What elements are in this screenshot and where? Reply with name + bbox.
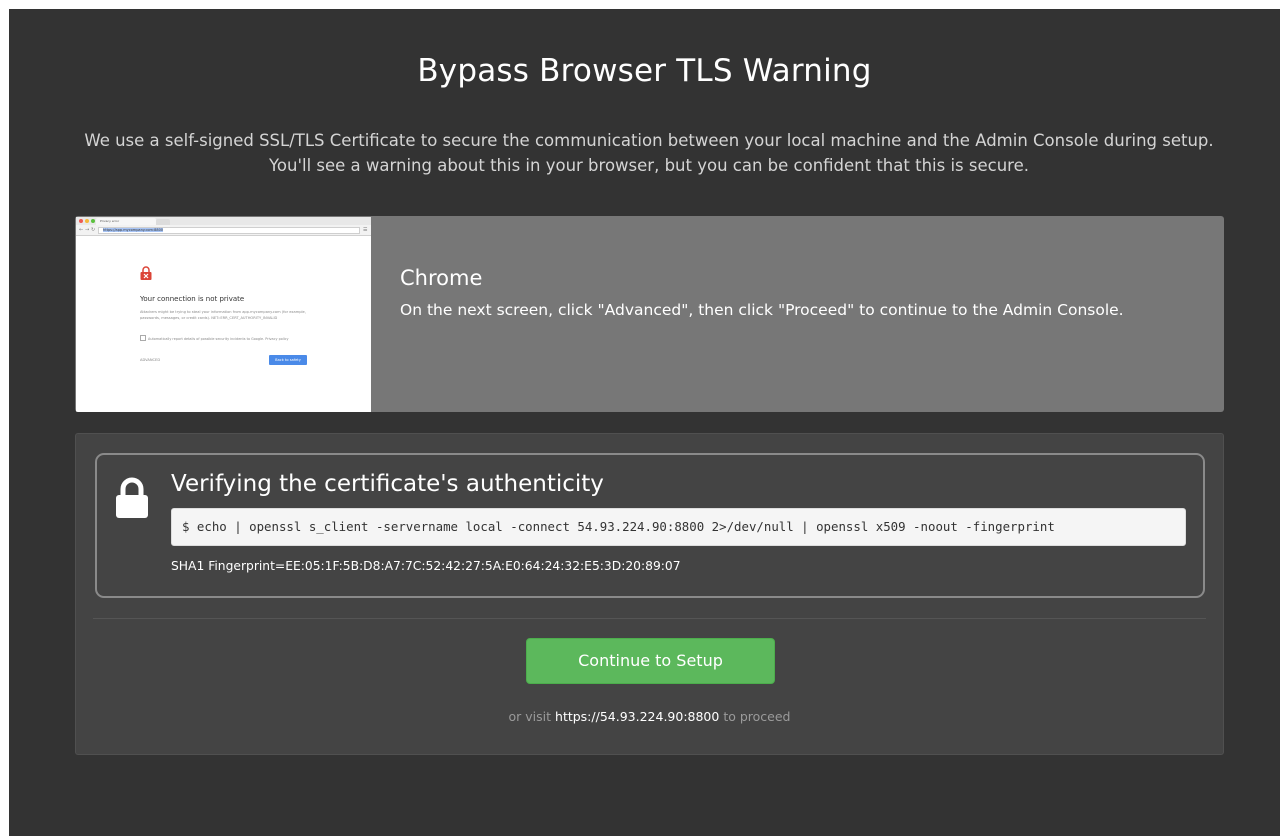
maximize-dot-icon: [91, 219, 95, 223]
checkbox-icon: [140, 335, 146, 341]
minimize-dot-icon: [85, 219, 89, 223]
chrome-instructions-card: Privacy error ← → ↻ https://app.mycompan…: [75, 216, 1224, 412]
page-frame: Bypass Browser TLS Warning We use a self…: [9, 9, 1280, 836]
reload-icon: ↻: [91, 227, 96, 233]
screenshot-address-bar: ← → ↻ https://app.mycompany.com:8800 ☰: [76, 225, 371, 236]
lock-icon: [116, 477, 148, 518]
sha1-fingerprint: SHA1 Fingerprint=EE:05:1F:5B:D8:A7:7C:52…: [171, 559, 681, 573]
screenshot-tabbar: Privacy error: [76, 217, 371, 225]
back-arrow-icon: ←: [79, 227, 84, 233]
certificate-verification-box: Verifying the certificate's authenticity…: [95, 453, 1205, 598]
page-title: Bypass Browser TLS Warning: [417, 53, 872, 89]
admin-console-url-link[interactable]: https://54.93.224.90:8800: [555, 709, 719, 724]
visit-suffix: to proceed: [723, 709, 791, 724]
visit-prefix: or visit: [508, 709, 552, 724]
screenshot-tab: Privacy error: [96, 218, 156, 225]
close-dot-icon: [79, 219, 83, 223]
divider: [93, 618, 1206, 619]
browser-name: Chrome: [400, 266, 483, 290]
screenshot-heading: Your connection is not private: [140, 295, 245, 303]
forward-arrow-icon: →: [85, 227, 90, 233]
screenshot-url-box: https://app.mycompany.com:8800: [98, 226, 360, 234]
screenshot-checkbox-text: Automatically report details of possible…: [148, 337, 289, 341]
continue-to-setup-button[interactable]: Continue to Setup: [526, 638, 775, 684]
menu-icon: ☰: [363, 227, 368, 233]
visit-url-line: or visit https://54.93.224.90:8800 to pr…: [76, 709, 1223, 724]
screenshot-checkbox-row: Automatically report details of possible…: [140, 335, 289, 342]
browser-instructions: On the next screen, click "Advanced", th…: [400, 301, 1124, 319]
chrome-warning-screenshot: Privacy error ← → ↻ https://app.mycompan…: [76, 217, 371, 412]
verify-title: Verifying the certificate's authenticity: [171, 471, 604, 497]
verify-panel: Verifying the certificate's authenticity…: [75, 433, 1224, 755]
red-lock-icon: [140, 266, 152, 280]
intro-text: We use a self-signed SSL/TLS Certificate…: [84, 131, 1214, 175]
openssl-command[interactable]: $ echo | openssl s_client -servername lo…: [171, 508, 1186, 546]
screenshot-advanced-link: ADVANCED: [140, 358, 161, 362]
screenshot-url: https://app.mycompany.com:8800: [103, 227, 164, 232]
screenshot-back-to-safety-button: Back to safety: [269, 355, 307, 365]
screenshot-body: Attackers might be trying to steal your …: [140, 310, 306, 320]
